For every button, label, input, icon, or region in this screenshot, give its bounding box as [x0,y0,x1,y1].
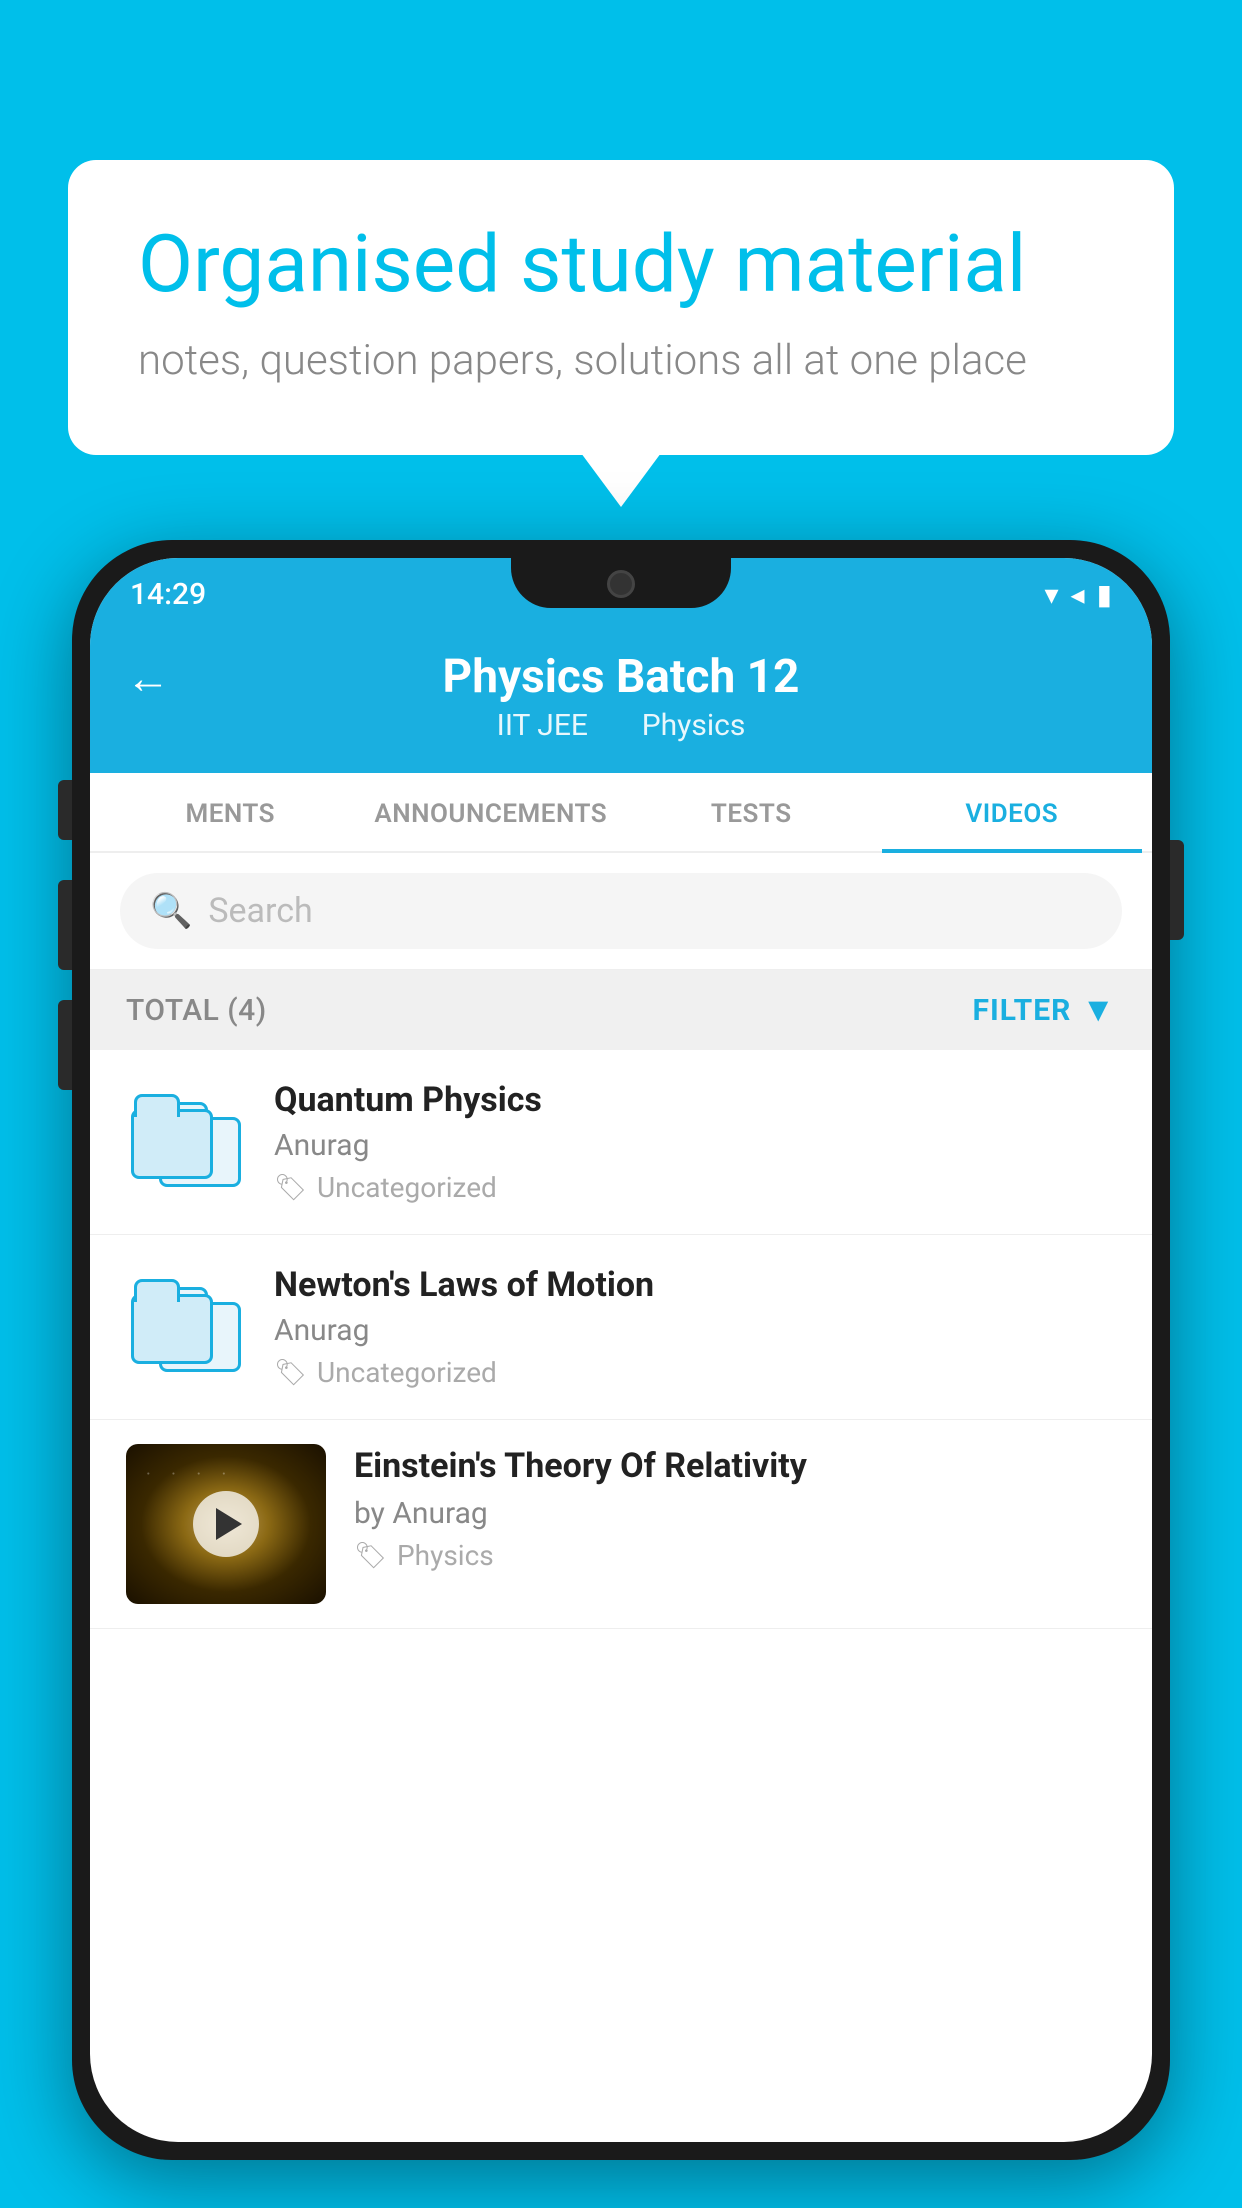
video-thumbnail-einstein [126,1444,326,1604]
wifi-icon: ▾ [1044,578,1058,611]
tag-label: Uncategorized [317,1356,497,1389]
folder-stack-icon [131,1282,241,1372]
tag-label: Uncategorized [317,1171,497,1204]
mute-button [58,780,72,840]
list-item[interactable]: Newton's Laws of Motion Anurag 🏷 Uncateg… [90,1235,1152,1420]
tag-icon: 🏷 [354,1541,387,1571]
play-icon [216,1508,242,1540]
video-info-2: Newton's Laws of Motion Anurag 🏷 Uncateg… [274,1265,1116,1389]
tag-label: Physics [397,1539,494,1572]
folder-front-icon [131,1109,213,1179]
subtitle-physics: Physics [642,708,746,743]
volume-up-button [58,880,72,970]
tag-icon: 🏷 [274,1173,307,1203]
video-info-3: Einstein's Theory Of Relativity by Anura… [354,1444,1116,1572]
video-author: Anurag [274,1128,1116,1163]
video-list: Quantum Physics Anurag 🏷 Uncategorized [90,1050,1152,1629]
signal-icon: ◂ [1071,578,1085,611]
video-title: Newton's Laws of Motion [274,1265,1116,1305]
folder-stack-icon [131,1097,241,1187]
tab-videos[interactable]: VIDEOS [882,773,1143,851]
filter-button[interactable]: FILTER ▼ [973,990,1116,1030]
play-button[interactable] [193,1491,259,1557]
status-time: 14:29 [130,577,206,612]
camera [607,570,635,598]
total-count: TOTAL (4) [126,993,267,1028]
phone-screen: 14:29 ▾ ◂ ▮ ← Physics Batch 12 IIT JEE P… [90,558,1152,2142]
search-icon: 🔍 [150,891,192,931]
volume-down-button [58,1000,72,1090]
video-tag: 🏷 Physics [354,1539,1116,1572]
video-tag: 🏷 Uncategorized [274,1171,1116,1204]
battery-icon: ▮ [1097,578,1112,611]
folder-thumbnail-1 [126,1082,246,1202]
video-tag: 🏷 Uncategorized [274,1356,1116,1389]
speech-bubble: Organised study material notes, question… [68,160,1174,455]
tab-tests[interactable]: TESTS [621,773,882,851]
folder-thumbnail-2 [126,1267,246,1387]
phone-device: 14:29 ▾ ◂ ▮ ← Physics Batch 12 IIT JEE P… [72,540,1170,2160]
filter-bar: TOTAL (4) FILTER ▼ [90,970,1152,1050]
subtitle-iitjee: IIT JEE [497,708,588,743]
tab-ments[interactable]: MENTS [100,773,361,851]
app-header: ← Physics Batch 12 IIT JEE Physics [90,630,1152,773]
tab-announcements[interactable]: ANNOUNCEMENTS [361,773,622,851]
folder-front-icon [131,1294,213,1364]
search-input-wrapper[interactable]: 🔍 Search [120,873,1122,949]
back-button[interactable]: ← [126,652,170,704]
header-title: Physics Batch 12 [443,650,800,704]
filter-icon: ▼ [1081,990,1116,1030]
video-title: Quantum Physics [274,1080,1116,1120]
video-title: Einstein's Theory Of Relativity [354,1444,1116,1488]
search-placeholder: Search [208,891,312,931]
video-author: Anurag [274,1313,1116,1348]
tabs-bar: MENTS ANNOUNCEMENTS TESTS VIDEOS [90,773,1152,853]
phone-notch [511,558,731,608]
video-author: by Anurag [354,1496,1116,1531]
list-item[interactable]: Einstein's Theory Of Relativity by Anura… [90,1420,1152,1629]
speech-bubble-subtext: notes, question papers, solutions all at… [138,336,1104,385]
speech-bubble-wrapper: Organised study material notes, question… [68,160,1174,455]
search-bar: 🔍 Search [90,853,1152,970]
tag-icon: 🏷 [274,1358,307,1388]
power-button [1170,840,1184,940]
list-item[interactable]: Quantum Physics Anurag 🏷 Uncategorized [90,1050,1152,1235]
speech-bubble-heading: Organised study material [138,220,1104,308]
header-subtitle: IIT JEE Physics [485,708,758,743]
status-icons: ▾ ◂ ▮ [1044,578,1112,611]
filter-label: FILTER [973,993,1072,1028]
video-info-1: Quantum Physics Anurag 🏷 Uncategorized [274,1080,1116,1204]
